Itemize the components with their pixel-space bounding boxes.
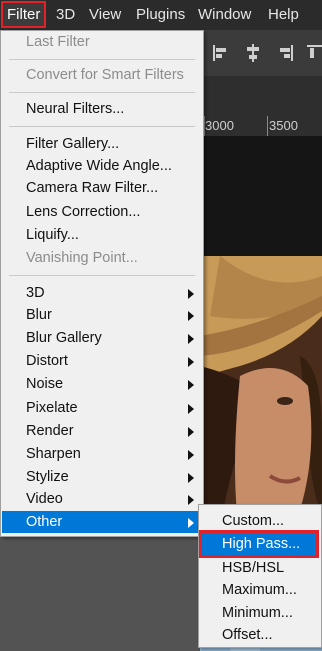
submenu-item-offset[interactable]: Offset... [200,624,320,646]
menu-item-render[interactable]: Render [2,420,202,442]
menu-item-pixelate[interactable]: Pixelate [2,397,202,419]
document-tab-area [204,76,322,116]
align-left-edges-icon[interactable] [210,42,232,64]
menu-window[interactable]: Window [198,6,251,24]
options-bar [204,30,322,76]
submenu-arrow-icon [188,518,194,528]
ruler-tick-label: 3500 [269,118,298,133]
menu-item-stylize[interactable]: Stylize [2,466,202,488]
submenu-item-high-pass[interactable]: High Pass... [199,530,319,558]
submenu-arrow-icon [188,311,194,321]
menu-3d[interactable]: 3D [56,6,75,24]
menu-item-last-filter[interactable]: Last Filter [2,31,202,53]
submenu-arrow-icon [188,495,194,505]
submenu-arrow-icon [188,334,194,344]
filter-menu: Last Filter Convert for Smart Filters Ne… [0,30,204,537]
submenu-arrow-icon [188,473,194,483]
menu-item-vanishing-point[interactable]: Vanishing Point... [2,247,202,269]
menu-item-blur-gallery[interactable]: Blur Gallery [2,327,202,349]
menu-help[interactable]: Help [268,6,299,24]
submenu-item-hsb-hsl[interactable]: HSB/HSL [200,557,320,579]
submenu-arrow-icon [188,357,194,367]
menu-filter[interactable]: Filter [0,1,47,28]
align-right-edges-icon[interactable] [274,42,296,64]
menu-item-lens-correction[interactable]: Lens Correction... [2,201,202,223]
menu-item-adaptive-wide-angle[interactable]: Adaptive Wide Angle... [2,155,202,177]
menu-item-other[interactable]: Other [2,511,202,533]
align-horizontal-centers-icon[interactable] [242,42,264,64]
submenu-item-custom[interactable]: Custom... [200,510,320,532]
submenu-arrow-icon [188,450,194,460]
submenu-item-maximum[interactable]: Maximum... [200,579,320,601]
submenu-arrow-icon [188,289,194,299]
align-top-edges-icon[interactable] [304,42,322,64]
other-submenu: Custom... High Pass... HSB/HSL Maximum..… [198,504,322,648]
submenu-arrow-icon [188,380,194,390]
menu-item-liquify[interactable]: Liquify... [2,224,202,246]
menu-item-filter-gallery[interactable]: Filter Gallery... [2,133,202,155]
submenu-item-minimum[interactable]: Minimum... [200,602,320,624]
submenu-arrow-icon [188,427,194,437]
menu-item-3d[interactable]: 3D [2,282,202,304]
menu-item-noise[interactable]: Noise [2,373,202,395]
menu-item-distort[interactable]: Distort [2,350,202,372]
menu-item-camera-raw-filter[interactable]: Camera Raw Filter... [2,177,202,199]
menu-view[interactable]: View [89,6,121,24]
menu-item-sharpen[interactable]: Sharpen [2,443,202,465]
ruler-tick-label: 3000 [205,118,234,133]
menu-item-convert-smart-filters[interactable]: Convert for Smart Filters [2,64,202,86]
submenu-arrow-icon [188,404,194,414]
menu-item-neural-filters[interactable]: Neural Filters... [2,98,202,120]
canvas-background [204,136,322,256]
menu-plugins[interactable]: Plugins [136,6,185,24]
menu-item-blur[interactable]: Blur [2,304,202,326]
menu-bar: Filter 3D View Plugins Window Help [0,0,322,30]
menu-item-video[interactable]: Video [2,488,202,510]
horizontal-ruler: 3000 3500 [204,116,322,136]
